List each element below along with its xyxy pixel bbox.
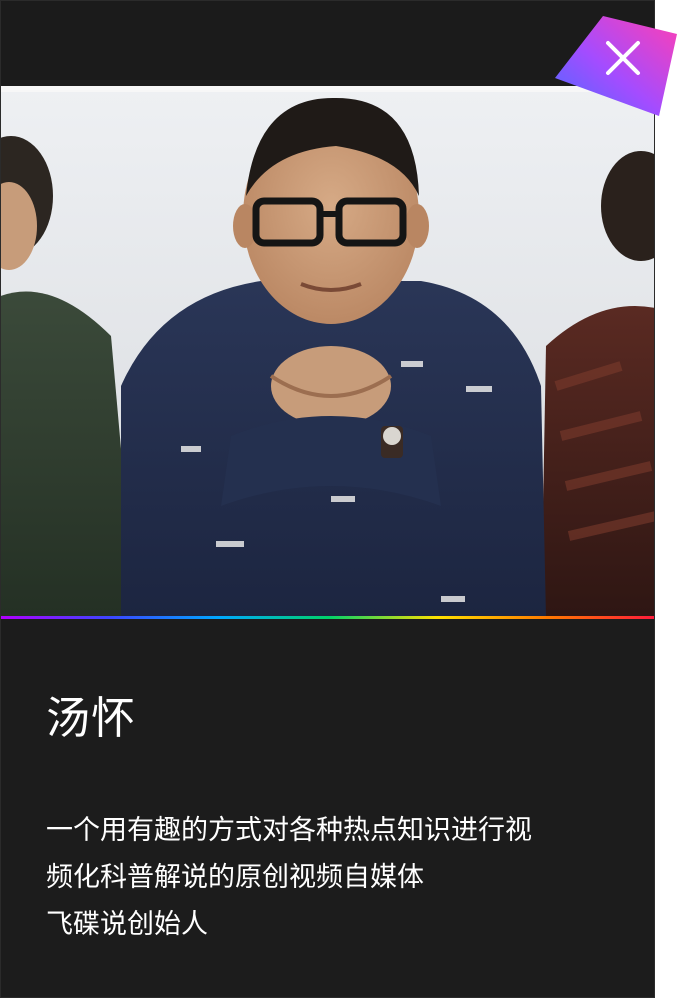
rainbow-divider bbox=[1, 616, 654, 619]
profile-name: 汤怀 bbox=[46, 693, 136, 744]
profile-bio: 一个用有趣的方式对各种热点知识进行视 频化科普解说的原创视频自媒体 飞碟说创始人 bbox=[46, 807, 626, 948]
bio-line: 一个用有趣的方式对各种热点知识进行视 bbox=[46, 815, 532, 846]
bio-line: 飞碟说创始人 bbox=[46, 909, 208, 940]
profile-card: 汤怀 一个用有趣的方式对各种热点知识进行视 频化科普解说的原创视频自媒体 飞碟说… bbox=[0, 0, 655, 998]
close-icon[interactable] bbox=[555, 16, 677, 116]
bio-line: 频化科普解说的原创视频自媒体 bbox=[46, 862, 424, 893]
profile-photo bbox=[1, 86, 654, 618]
close-button[interactable] bbox=[555, 16, 677, 116]
